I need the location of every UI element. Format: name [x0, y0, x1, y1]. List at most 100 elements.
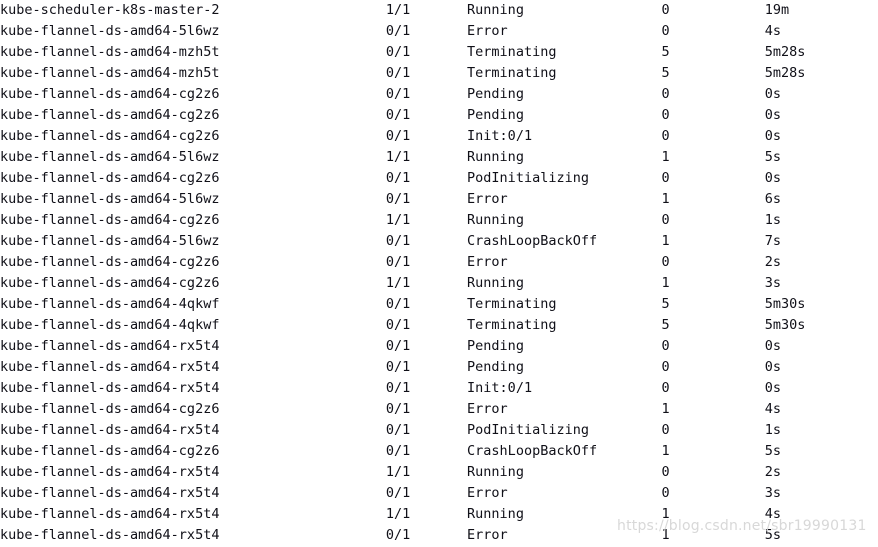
pod-restarts-cell: 0: [661, 128, 670, 144]
pod-age-cell: 0s: [764, 380, 781, 396]
pod-restarts-cell: 0: [661, 212, 670, 228]
pod-status-cell: Error: [467, 527, 508, 543]
pod-name-cell: kube-flannel-ds-amd64-cg2z6: [0, 443, 220, 459]
pod-status-cell: PodInitializing: [467, 170, 589, 186]
pod-age-cell: 0s: [764, 338, 781, 354]
pod-ready-cell: 0/1: [385, 191, 411, 207]
table-row: kube-flannel-ds-amd64-rx5t4 0/1 Error 0 3s: [0, 483, 878, 504]
pod-restarts-cell: 0: [661, 170, 670, 186]
pod-status-cell: Pending: [467, 107, 524, 123]
pod-ready-cell: 1/1: [385, 506, 411, 522]
table-row: kube-flannel-ds-amd64-cg2z6 0/1 Pending 0 0s: [0, 84, 878, 105]
table-row: kube-flannel-ds-amd64-rx5t4 0/1 Init:0/1 0 0…: [0, 378, 878, 399]
table-row: kube-flannel-ds-amd64-rx5t4 0/1 Pending 0 0s: [0, 357, 878, 378]
pod-age-cell: 1s: [764, 212, 781, 228]
table-row: kube-flannel-ds-amd64-cg2z6 1/1 Running 1 3s: [0, 273, 878, 294]
pod-name-cell: kube-flannel-ds-amd64-cg2z6: [0, 401, 220, 417]
pod-age-cell: 2s: [764, 464, 781, 480]
pod-status-cell: PodInitializing: [467, 422, 589, 438]
pod-status-cell: Terminating: [467, 296, 557, 312]
pod-name-cell: kube-flannel-ds-amd64-5l6wz: [0, 149, 220, 165]
pod-age-cell: 5s: [764, 527, 781, 543]
pod-status-cell: Terminating: [467, 317, 557, 333]
pod-restarts-cell: 0: [661, 23, 670, 39]
terminal-output: kube-scheduler-k8s-master-2 1/1 Running 0 19…: [0, 0, 878, 547]
table-row: kube-flannel-ds-amd64-cg2z6 0/1 Error 1 4s: [0, 399, 878, 420]
pod-ready-cell: 0/1: [385, 422, 411, 438]
table-row: kube-flannel-ds-amd64-5l6wz 0/1 CrashLoopB…: [0, 231, 878, 252]
pod-age-cell: 3s: [764, 485, 781, 501]
table-row: kube-flannel-ds-amd64-mzh5t 0/1 Terminatin…: [0, 63, 878, 84]
pod-status-cell: Terminating: [467, 65, 557, 81]
pod-restarts-cell: 0: [661, 338, 670, 354]
pod-name-cell: kube-flannel-ds-amd64-cg2z6: [0, 212, 220, 228]
pod-restarts-cell: 0: [661, 107, 670, 123]
pod-status-cell: Terminating: [467, 44, 557, 60]
pod-restarts-cell: 5: [661, 317, 670, 333]
pod-restarts-cell: 0: [661, 359, 670, 375]
pod-name-cell: kube-flannel-ds-amd64-mzh5t: [0, 65, 220, 81]
pod-ready-cell: 1/1: [385, 464, 411, 480]
table-row: kube-flannel-ds-amd64-rx5t4 0/1 Error 1 5s: [0, 525, 878, 546]
pod-status-cell: Pending: [467, 359, 524, 375]
pod-restarts-cell: 1: [661, 275, 670, 291]
pod-age-cell: 1s: [764, 422, 781, 438]
pod-restarts-cell: 1: [661, 443, 670, 459]
pod-status-cell: Error: [467, 485, 508, 501]
pod-name-cell: kube-flannel-ds-amd64-cg2z6: [0, 107, 220, 123]
pod-status-cell: Running: [467, 149, 524, 165]
table-row: kube-flannel-ds-amd64-rx5t4 0/1 PodInitial…: [0, 420, 878, 441]
pod-restarts-cell: 0: [661, 422, 670, 438]
pod-ready-cell: 0/1: [385, 254, 411, 270]
pod-status-cell: Running: [467, 506, 524, 522]
table-row: kube-flannel-ds-amd64-cg2z6 0/1 Error 0 2s: [0, 252, 878, 273]
pod-status-cell: Error: [467, 23, 508, 39]
pod-name-cell: kube-flannel-ds-amd64-5l6wz: [0, 23, 220, 39]
pod-status-cell: Running: [467, 2, 524, 18]
pod-ready-cell: 1/1: [385, 212, 411, 228]
pod-age-cell: 0s: [764, 107, 781, 123]
pod-restarts-cell: 1: [661, 191, 670, 207]
pod-restarts-cell: 0: [661, 485, 670, 501]
table-row: kube-flannel-ds-amd64-5l6wz 0/1 Error 0 4s: [0, 21, 878, 42]
pod-status-cell: Error: [467, 191, 508, 207]
pod-name-cell: kube-flannel-ds-amd64-rx5t4: [0, 506, 220, 522]
pod-age-cell: 4s: [764, 23, 781, 39]
table-row: kube-flannel-ds-amd64-rx5t4 1/1 Running 0 2s: [0, 462, 878, 483]
table-row: kube-flannel-ds-amd64-4qkwf 0/1 Terminatin…: [0, 315, 878, 336]
pod-ready-cell: 1/1: [385, 275, 411, 291]
pod-restarts-cell: 1: [661, 401, 670, 417]
pod-age-cell: 2s: [764, 254, 781, 270]
pod-age-cell: 5m28s: [764, 44, 806, 60]
pod-restarts-cell: 0: [661, 380, 670, 396]
pod-ready-cell: 0/1: [385, 65, 411, 81]
pod-status-cell: Init:0/1: [467, 128, 533, 144]
pod-age-cell: 5m30s: [764, 317, 806, 333]
pod-restarts-cell: 1: [661, 149, 670, 165]
pod-ready-cell: 0/1: [385, 338, 411, 354]
pod-age-cell: 5m28s: [764, 65, 806, 81]
pod-list-body: kube-scheduler-k8s-master-2 1/1 Running 0 19…: [0, 0, 878, 546]
pod-status-cell: Running: [467, 275, 524, 291]
pod-restarts-cell: 0: [661, 254, 670, 270]
pod-name-cell: kube-flannel-ds-amd64-cg2z6: [0, 275, 220, 291]
pod-restarts-cell: 5: [661, 44, 670, 60]
table-row: kube-flannel-ds-amd64-rx5t4 1/1 Running 1 4s: [0, 504, 878, 525]
pod-name-cell: kube-flannel-ds-amd64-4qkwf: [0, 296, 220, 312]
table-row: kube-scheduler-k8s-master-2 1/1 Running 0 19…: [0, 0, 878, 21]
pod-age-cell: 0s: [764, 128, 781, 144]
pod-status-cell: Pending: [467, 86, 524, 102]
table-row: kube-flannel-ds-amd64-4qkwf 0/1 Terminatin…: [0, 294, 878, 315]
pod-age-cell: 5s: [764, 149, 781, 165]
table-row: kube-flannel-ds-amd64-cg2z6 0/1 Pending 0 0s: [0, 105, 878, 126]
pod-ready-cell: 1/1: [385, 149, 411, 165]
pod-name-cell: kube-flannel-ds-amd64-5l6wz: [0, 191, 220, 207]
pod-name-cell: kube-flannel-ds-amd64-rx5t4: [0, 338, 220, 354]
pod-name-cell: kube-flannel-ds-amd64-rx5t4: [0, 464, 220, 480]
pod-name-cell: kube-flannel-ds-amd64-4qkwf: [0, 317, 220, 333]
pod-restarts-cell: 5: [661, 65, 670, 81]
table-row: kube-flannel-ds-amd64-cg2z6 0/1 PodInitial…: [0, 168, 878, 189]
pod-restarts-cell: 0: [661, 86, 670, 102]
pod-restarts-cell: 0: [661, 2, 670, 18]
pod-age-cell: 4s: [764, 401, 781, 417]
